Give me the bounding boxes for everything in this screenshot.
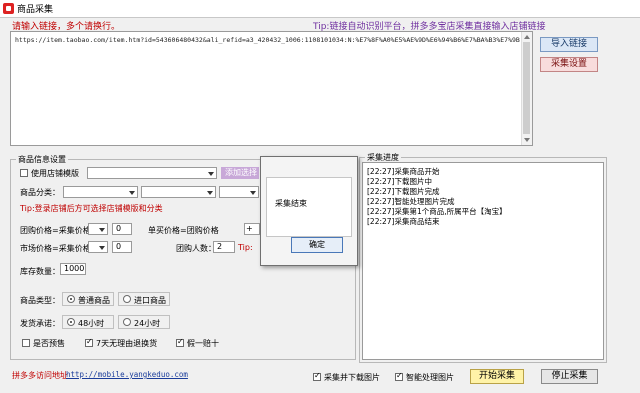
ship-promise-label: 发货承诺： — [20, 319, 60, 328]
scroll-thumb[interactable] — [523, 42, 530, 134]
scroll-up-icon[interactable] — [524, 35, 530, 39]
template-select[interactable] — [87, 167, 217, 179]
single-price-op-value: + — [246, 224, 253, 233]
category-select-3[interactable] — [219, 186, 259, 198]
window-title: 商品采集 — [17, 5, 54, 15]
pdd-address-link[interactable]: http://mobile.yangkeduo.com — [66, 370, 188, 379]
use-template-checkbox[interactable] — [20, 169, 28, 177]
stock-input[interactable]: 1000 — [60, 263, 86, 275]
group-price-label: 团购价格=采集价格 — [20, 226, 91, 235]
add-template-pill[interactable]: 添加选择 — [221, 167, 259, 179]
title-bar: 商品采集 — [0, 0, 640, 18]
group-price-input[interactable]: 0 — [112, 223, 132, 235]
chevron-down-icon — [208, 172, 214, 176]
type-import-radio[interactable] — [123, 295, 131, 303]
group-people-label: 团购人数： — [176, 244, 216, 253]
pdd-address-label: 拼多多访问地址 — [12, 371, 68, 380]
chevron-down-icon — [129, 191, 135, 195]
app-icon — [3, 3, 14, 14]
chevron-down-icon — [99, 246, 105, 250]
type-normal-radio[interactable] — [67, 295, 75, 303]
scroll-down-icon[interactable] — [524, 138, 530, 142]
collect-settings-button[interactable]: 采集设置 — [540, 57, 598, 72]
market-price-label: 市场价格=采集价格 — [20, 244, 91, 253]
category-select-1[interactable] — [63, 186, 138, 198]
seven-day-return-checkbox[interactable] — [85, 337, 93, 347]
category-select-2[interactable] — [141, 186, 216, 198]
use-template-label: 使用店铺模版 — [31, 169, 79, 178]
dialog-message: 采集结束 — [275, 199, 307, 208]
group-price-op-select[interactable] — [88, 223, 108, 235]
presale-label: 是否预售 — [33, 339, 65, 348]
progress-log: [22:27]采集商品开始 [22:27]下载图片中 [22:27]下载图片完成… — [362, 162, 604, 360]
log-line: [22:27]采集商品结束 — [367, 217, 440, 226]
smart-images-checkbox[interactable] — [395, 371, 403, 381]
dialog-ok-button[interactable]: 确定 — [291, 237, 343, 253]
single-price-op-select[interactable]: + — [244, 223, 260, 235]
stock-label: 库存数量： — [20, 267, 60, 276]
download-images-checkbox[interactable] — [313, 371, 321, 381]
type-import-label: 进口商品 — [134, 296, 166, 305]
import-link-button[interactable]: 导入链接 — [540, 37, 598, 52]
product-info-legend: 商品信息设置 — [16, 154, 68, 165]
fake-pay-ten-checkbox[interactable] — [176, 337, 184, 347]
ship-24-label: 24小时 — [134, 319, 161, 328]
message-dialog: 采集结束 确定 — [260, 156, 358, 266]
chevron-down-icon — [99, 228, 105, 232]
fake-pay-ten-label: 假一赔十 — [187, 339, 219, 348]
chevron-down-icon — [250, 191, 256, 195]
ship-24-radio[interactable] — [123, 318, 131, 326]
type-normal-label: 普通商品 — [78, 296, 110, 305]
single-price-label: 单买价格=团购价格 — [148, 226, 219, 235]
seven-day-return-label: 7天无理由退换货 — [96, 339, 158, 348]
chevron-down-icon — [207, 191, 213, 195]
group-people-input[interactable]: 2 — [213, 241, 235, 253]
stop-collect-button[interactable]: 停止采集 — [541, 369, 598, 384]
dialog-body: 采集结束 — [266, 177, 352, 237]
template-tip: Tip:登录店铺后方可选择店铺模版和分类 — [20, 204, 163, 213]
start-collect-button[interactable]: 开始采集 — [470, 369, 524, 384]
group-people-tip: Tip: — [238, 243, 253, 252]
market-price-input[interactable]: 0 — [112, 241, 132, 253]
market-price-op-select[interactable] — [88, 241, 108, 253]
ship-48-radio[interactable] — [67, 318, 75, 326]
vertical-scrollbar[interactable] — [521, 32, 532, 145]
ship-48-label: 48小时 — [78, 319, 105, 328]
smart-images-label: 智能处理图片 — [406, 373, 454, 382]
url-textarea[interactable]: https://item.taobao.com/item.htm?id=5436… — [10, 31, 533, 146]
download-images-label: 采集并下载图片 — [324, 373, 380, 382]
url-text: https://item.taobao.com/item.htm?id=5436… — [15, 36, 520, 44]
presale-checkbox[interactable] — [22, 339, 30, 347]
product-type-label: 商品类型： — [20, 296, 60, 305]
category-label: 商品分类： — [20, 188, 60, 197]
